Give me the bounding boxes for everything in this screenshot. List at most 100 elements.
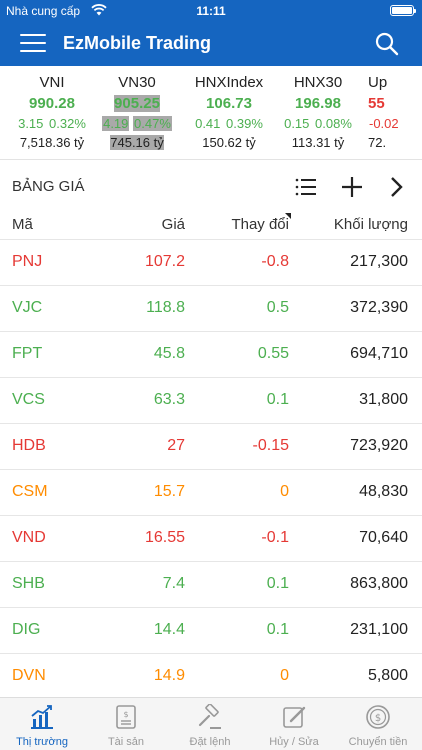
index-card[interactable]: VNI 990.28 3.15 0.32% 7,518.36 tỷ bbox=[5, 73, 99, 152]
row-price: 14.4 bbox=[153, 621, 185, 638]
tab-cancel-edit[interactable]: Hủy / Sửa bbox=[252, 698, 336, 750]
row-volume: 31,800 bbox=[359, 391, 408, 408]
row-symbol: SHB bbox=[12, 575, 45, 592]
index-ticker[interactable]: VNI 990.28 3.15 0.32% 7,518.36 tỷ VN30 9… bbox=[0, 66, 422, 160]
row-volume: 231,100 bbox=[350, 621, 408, 638]
row-change: 0.5 bbox=[266, 299, 289, 316]
gavel-order-icon bbox=[198, 704, 221, 729]
tab-market[interactable]: Thị trường bbox=[0, 698, 84, 750]
index-volume: 150.62 tỷ bbox=[202, 135, 256, 150]
row-price: 14.9 bbox=[153, 667, 185, 684]
tab-label: Đặt lệnh bbox=[189, 736, 231, 748]
index-name: HNX30 bbox=[293, 74, 343, 91]
table-row[interactable]: FPT 45.8 0.55 694,710 bbox=[0, 331, 422, 377]
chevron-right-icon[interactable] bbox=[385, 175, 409, 199]
row-change: 0.1 bbox=[266, 575, 289, 592]
price-table: PNJ 107.2 -0.8 217,300 VJC 118.8 0.5 372… bbox=[0, 239, 422, 699]
table-row[interactable]: VND 16.55 -0.1 70,640 bbox=[0, 515, 422, 561]
price-board-header: BẢNG GIÁ bbox=[0, 161, 422, 213]
row-volume: 217,300 bbox=[350, 253, 408, 270]
index-change-percent: 0.47% bbox=[133, 116, 172, 131]
index-change: 4.19 0.47% bbox=[90, 115, 184, 133]
add-icon[interactable] bbox=[340, 175, 364, 199]
row-symbol: VJC bbox=[12, 299, 43, 316]
index-change-percent: 0.39% bbox=[226, 116, 263, 131]
index-name: VN30 bbox=[118, 74, 156, 91]
row-volume: 70,640 bbox=[359, 529, 408, 546]
index-change-percent bbox=[400, 116, 402, 131]
column-header-price[interactable]: Giá bbox=[162, 216, 185, 233]
money-transfer-icon: $ bbox=[366, 705, 390, 729]
index-value: 905.25 bbox=[90, 94, 184, 114]
table-row[interactable]: SHB 7.4 0.1 863,800 bbox=[0, 561, 422, 607]
row-volume: 5,800 bbox=[367, 667, 408, 684]
app-title: EzMobile Trading bbox=[63, 33, 212, 53]
index-card[interactable]: VN30 905.25 4.19 0.47% 745.16 tỷ bbox=[90, 73, 184, 152]
svg-text:$: $ bbox=[375, 713, 381, 724]
row-price: 45.8 bbox=[153, 345, 185, 362]
table-header: Mã Giá Thay đổi Khối lượng bbox=[0, 213, 422, 239]
index-name: Up bbox=[368, 74, 388, 91]
table-row[interactable]: VJC 118.8 0.5 372,390 bbox=[0, 285, 422, 331]
index-change-points: 3.15 bbox=[18, 116, 44, 131]
index-value: 106.73 bbox=[206, 95, 252, 112]
column-header-volume[interactable]: Khối lượng bbox=[334, 216, 408, 233]
column-header-change[interactable]: Thay đổi bbox=[231, 216, 289, 233]
tab-label: Chuyển tiền bbox=[348, 736, 408, 748]
hamburger-icon[interactable] bbox=[20, 34, 46, 54]
edit-pencil-icon bbox=[283, 706, 306, 728]
index-value: 990.28 bbox=[29, 95, 75, 112]
svg-text:$: $ bbox=[123, 710, 128, 719]
index-card[interactable]: Up 55 -0.02 72. bbox=[362, 73, 422, 152]
row-price: 16.55 bbox=[144, 529, 185, 546]
index-change-points: 4.19 bbox=[102, 116, 130, 131]
row-change: 0.55 bbox=[257, 345, 289, 362]
tab-transfer[interactable]: $ Chuyển tiền bbox=[336, 698, 420, 750]
row-symbol: PNJ bbox=[12, 253, 43, 270]
status-bar: Nhà cung cấp 11:11 bbox=[0, 0, 422, 22]
table-row[interactable]: DVN 14.9 0 5,800 bbox=[0, 653, 422, 699]
row-change: 0.1 bbox=[266, 391, 289, 408]
index-change-points: 0.15 bbox=[284, 116, 310, 131]
index-change-points: 0.41 bbox=[195, 116, 221, 131]
row-price: 15.7 bbox=[153, 483, 185, 500]
index-value: 196.98 bbox=[295, 95, 341, 112]
column-header-symbol[interactable]: Mã bbox=[12, 216, 33, 233]
table-row[interactable]: DIG 14.4 0.1 231,100 bbox=[0, 607, 422, 653]
tab-assets[interactable]: $ Tài sản bbox=[84, 698, 168, 750]
clock: 11:11 bbox=[196, 4, 226, 18]
tab-label: Hủy / Sửa bbox=[269, 736, 319, 748]
index-change: 3.15 0.32% bbox=[5, 115, 99, 133]
bottom-tab-bar: Thị trường $ Tài sản Đặt lệnh Hủy / Sửa … bbox=[0, 697, 422, 750]
sort-corner-icon bbox=[285, 213, 291, 219]
index-card[interactable]: HNX30 196.98 0.15 0.08% 113.31 tỷ bbox=[271, 73, 365, 152]
row-change: 0 bbox=[280, 483, 289, 500]
index-value-text: 905.25 bbox=[114, 95, 160, 112]
row-volume: 694,710 bbox=[350, 345, 408, 362]
tab-place-order[interactable]: Đặt lệnh bbox=[168, 698, 252, 750]
table-row[interactable]: PNJ 107.2 -0.8 217,300 bbox=[0, 239, 422, 285]
row-volume: 723,920 bbox=[350, 437, 408, 454]
row-symbol: DIG bbox=[12, 621, 41, 638]
row-change: -0.15 bbox=[252, 437, 289, 454]
row-symbol: FPT bbox=[12, 345, 43, 362]
table-row[interactable]: HDB 27 -0.15 723,920 bbox=[0, 423, 422, 469]
index-volume: 7,518.36 tỷ bbox=[19, 135, 85, 150]
tab-label: Thị trường bbox=[16, 736, 68, 748]
search-icon[interactable] bbox=[374, 31, 400, 57]
row-price: 27 bbox=[167, 437, 185, 454]
index-change-percent: 0.32% bbox=[49, 116, 86, 131]
row-price: 7.4 bbox=[162, 575, 185, 592]
row-volume: 372,390 bbox=[350, 299, 408, 316]
table-row[interactable]: CSM 15.7 0 48,830 bbox=[0, 469, 422, 515]
row-volume: 48,830 bbox=[359, 483, 408, 500]
index-volume: 745.16 tỷ bbox=[90, 134, 184, 152]
list-view-icon[interactable] bbox=[294, 175, 318, 199]
row-symbol: CSM bbox=[12, 483, 48, 500]
index-name: HNXIndex bbox=[194, 74, 264, 91]
index-card[interactable]: HNXIndex 106.73 0.41 0.39% 150.62 tỷ bbox=[182, 73, 276, 152]
row-symbol: VND bbox=[12, 529, 46, 546]
table-row[interactable]: VCS 63.3 0.1 31,800 bbox=[0, 377, 422, 423]
market-chart-icon bbox=[31, 705, 53, 729]
index-change: 0.15 0.08% bbox=[271, 115, 365, 133]
